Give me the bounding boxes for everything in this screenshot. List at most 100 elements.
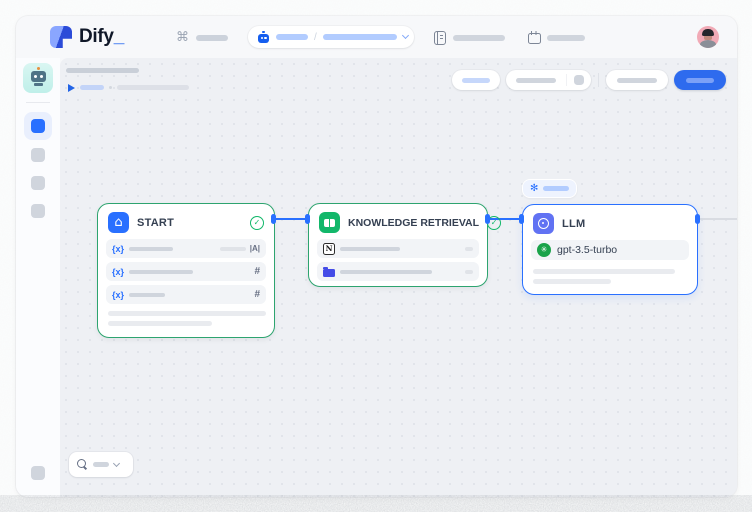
node-knowledge-header: KNOWLEDGE RETRIEVAL ✓	[309, 204, 487, 239]
dify-logo-underscore: _	[114, 26, 124, 47]
sidebar-item-2[interactable]	[31, 148, 45, 162]
top-header: Dify_ ⌘ /	[16, 16, 737, 58]
command-icon: ⌘	[176, 31, 189, 44]
features-label-placeholder	[462, 78, 490, 83]
preview-label-placeholder	[617, 78, 657, 83]
status-dot	[109, 86, 112, 89]
model-name: gpt-3.5-turbo	[557, 244, 617, 256]
sidebar-item-3[interactable]	[31, 176, 45, 190]
llm-description-placeholder	[533, 269, 675, 274]
plugins-label-placeholder	[547, 35, 585, 41]
node-running-indicator: ✻	[522, 179, 577, 198]
start-description-placeholder	[108, 321, 212, 326]
workflow-status-row	[68, 83, 189, 92]
node-knowledge-retrieval[interactable]: KNOWLEDGE RETRIEVAL ✓ N	[308, 203, 488, 287]
search-zoom-icon	[77, 459, 88, 470]
dify-logo[interactable]: Dify_	[50, 26, 124, 48]
dify-app-window: Dify_ ⌘ /	[16, 16, 737, 497]
publish-button[interactable]	[674, 70, 726, 90]
check-circle-icon: ✓	[250, 216, 264, 230]
history-icon-placeholder	[574, 75, 584, 85]
toolbar-divider	[598, 73, 599, 87]
edge-start-to-knowledge	[275, 218, 308, 220]
llm-description-placeholder	[533, 279, 611, 284]
workflow-name-placeholder	[323, 34, 397, 40]
app-robot-icon	[257, 31, 270, 44]
knowledge-nav[interactable]	[434, 30, 505, 45]
start-variable-row: {x} #	[106, 285, 266, 304]
home-icon: ⌂	[108, 212, 129, 233]
app-name-placeholder	[276, 34, 308, 40]
node-start-header: ⌂ START ✓	[98, 204, 274, 239]
knowledge-dataset-row	[317, 262, 479, 281]
run-status-placeholder	[80, 85, 104, 90]
open-book-icon	[319, 212, 340, 233]
dataset-name-placeholder	[340, 247, 400, 251]
notion-icon: N	[323, 243, 335, 255]
workflow-title-placeholder	[66, 68, 139, 73]
user-avatar[interactable]	[697, 26, 719, 48]
variable-name-placeholder	[129, 247, 173, 251]
sidebar-item-4[interactable]	[31, 204, 45, 218]
zoom-control[interactable]	[69, 452, 133, 477]
node-llm[interactable]: LLM ✳ gpt-3.5-turbo	[522, 204, 698, 295]
dify-logo-text: Dify_	[79, 26, 124, 48]
chevron-down-icon[interactable]	[113, 459, 120, 466]
port-knowledge-output[interactable]	[485, 214, 490, 224]
port-start-output[interactable]	[271, 214, 276, 224]
sidebar-divider	[26, 102, 50, 103]
dify-logo-icon	[50, 26, 72, 48]
node-start-title: START	[137, 217, 174, 229]
chevron-down-icon[interactable]	[402, 32, 409, 39]
variable-icon: {x}	[112, 244, 124, 254]
number-type-icon: #	[254, 289, 260, 300]
variable-icon: {x}	[112, 267, 124, 277]
node-start[interactable]: ⌂ START ✓ {x} |A| {x} # {x} #	[97, 203, 275, 338]
dataset-meta-placeholder	[465, 247, 473, 251]
plugin-icon	[528, 31, 540, 44]
app-breadcrumb[interactable]: /	[248, 26, 414, 48]
number-type-icon: #	[254, 266, 260, 277]
variable-value-placeholder	[220, 247, 246, 251]
knowledge-dataset-row: N	[317, 239, 479, 258]
knowledge-label-placeholder	[453, 35, 505, 41]
run-history-split-button[interactable]	[506, 70, 591, 90]
string-type-icon: |A|	[250, 244, 260, 253]
bottom-noise-band	[0, 495, 752, 512]
start-variable-row: {x} |A|	[106, 239, 266, 258]
edge-llm-outgoing	[700, 218, 737, 220]
zoom-level-placeholder	[93, 462, 109, 467]
port-llm-output[interactable]	[695, 214, 700, 224]
left-sidebar	[16, 58, 60, 497]
current-app-icon[interactable]	[23, 63, 53, 93]
sidebar-item-blocks-active[interactable]	[24, 112, 52, 140]
llm-icon	[533, 213, 554, 234]
variable-name-placeholder	[129, 293, 165, 297]
workspace-name-placeholder	[196, 35, 228, 41]
folder-icon	[323, 269, 335, 277]
workspace-switcher[interactable]: ⌘	[176, 30, 228, 45]
preview-button[interactable]	[606, 70, 668, 90]
openai-icon: ✳	[537, 243, 551, 257]
sidebar-item-settings[interactable]	[31, 466, 45, 480]
port-knowledge-input[interactable]	[305, 214, 310, 224]
autosave-placeholder	[117, 85, 189, 90]
running-label-placeholder	[543, 186, 569, 191]
start-variable-row: {x} #	[106, 262, 266, 281]
workflow-canvas[interactable]: ⌂ START ✓ {x} |A| {x} # {x} #	[60, 58, 737, 497]
features-button[interactable]	[452, 70, 500, 90]
blocks-icon	[31, 119, 45, 133]
book-icon	[434, 31, 446, 45]
plugins-nav[interactable]	[528, 30, 585, 45]
llm-model-row: ✳ gpt-3.5-turbo	[531, 240, 689, 260]
node-llm-title: LLM	[562, 218, 585, 230]
run-label-placeholder	[516, 78, 556, 83]
run-icon[interactable]	[68, 84, 75, 92]
canvas-toolbar	[452, 70, 726, 90]
node-llm-header: LLM	[523, 205, 697, 240]
publish-label-placeholder	[686, 78, 714, 83]
node-knowledge-title: KNOWLEDGE RETRIEVAL	[348, 217, 479, 229]
dataset-meta-placeholder	[465, 270, 473, 274]
port-llm-input[interactable]	[519, 214, 524, 224]
breadcrumb-separator: /	[314, 32, 317, 43]
